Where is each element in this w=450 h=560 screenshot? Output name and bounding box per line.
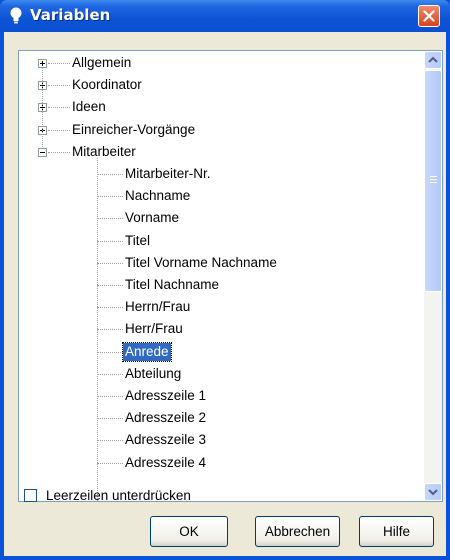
expand-toggle[interactable] <box>38 59 47 68</box>
scroll-down-button[interactable] <box>424 483 442 501</box>
tree-item-label: Titel <box>125 232 151 248</box>
tree-item[interactable]: Ideen <box>19 97 424 117</box>
tree-item-label: Einreicher-Vorgänge <box>72 121 196 137</box>
ok-button[interactable]: OK <box>150 516 228 547</box>
variables-tree[interactable]: Allgemein Koordinator Ideen Einreicher-Vorg… <box>18 50 443 502</box>
tree-connector <box>97 373 123 376</box>
chevron-up-icon <box>428 56 438 63</box>
title-bar[interactable]: Variablen <box>0 0 450 32</box>
tree-item[interactable]: Adresszeile 3 <box>19 430 424 450</box>
suppress-blank-lines-label: Leerzeilen unterdrücken <box>46 488 191 503</box>
tree-item[interactable]: Titel Vorname Nachname <box>19 253 424 273</box>
scroll-thumb[interactable] <box>424 70 442 292</box>
tree-connector <box>48 151 70 154</box>
dialog-window: Variablen Allgemein Koordinator Ideen Einre… <box>0 0 450 560</box>
tree-connector <box>97 440 123 442</box>
tree-item[interactable]: Abteilung <box>19 364 424 384</box>
tree-item-label: Koordinator <box>72 77 142 93</box>
tree-item-label: Nachname <box>125 188 191 204</box>
tree-connector <box>42 68 44 147</box>
tree-item-label: Titel Vorname Nachname <box>125 254 277 270</box>
cancel-button[interactable]: Abbrechen <box>255 516 340 547</box>
chevron-down-icon <box>428 489 438 496</box>
close-button[interactable] <box>418 5 440 27</box>
window-title: Variablen <box>30 6 111 24</box>
tree-item[interactable]: Adresszeile 2 <box>19 408 424 428</box>
tree-item-label: Adresszeile 3 <box>125 432 207 448</box>
tree-item[interactable]: Vorname <box>19 208 424 228</box>
tree-connector <box>97 262 123 265</box>
tree-item[interactable]: Anrede <box>19 341 424 362</box>
tree-connector <box>97 307 123 309</box>
dialog-body: Allgemein Koordinator Ideen Einreicher-Vorg… <box>4 32 446 556</box>
tree-item[interactable]: Nachname <box>19 186 424 206</box>
grip-line <box>430 182 437 183</box>
tree-item-label: Adresszeile 1 <box>125 388 207 403</box>
help-button[interactable]: Hilfe <box>359 516 434 547</box>
tree-item[interactable]: Titel <box>19 231 424 251</box>
tree-connector <box>97 174 123 176</box>
grip-line <box>430 179 437 180</box>
tree-connector <box>97 462 123 465</box>
tree-item[interactable]: Einreicher-Vorgänge <box>19 120 424 140</box>
tree-item-label: Allgemein <box>72 55 132 70</box>
close-icon <box>423 10 435 22</box>
tree-item-label: Vorname <box>125 210 180 226</box>
tree-item[interactable]: Herrn/Frau <box>19 297 424 317</box>
tree-connector <box>48 63 70 65</box>
tree-connector <box>48 85 70 87</box>
scroll-up-button[interactable] <box>424 51 442 69</box>
tree-item-label: Adresszeile 4 <box>125 454 207 470</box>
tree-connector <box>97 418 123 420</box>
tree-item[interactable]: Adresszeile 1 <box>19 386 424 406</box>
tree-content: Allgemein Koordinator Ideen Einreicher-Vorg… <box>19 51 424 501</box>
tree-item-label: Mitarbeiter-Nr. <box>125 166 211 181</box>
lightbulb-icon <box>10 7 22 24</box>
tree-item-label: Herrn/Frau <box>125 299 191 315</box>
tree-connector <box>97 329 123 331</box>
tree-connector <box>48 107 70 109</box>
tree-item-label: Ideen <box>72 99 106 115</box>
collapse-toggle[interactable] <box>38 147 47 157</box>
tree-item-label-selected: Anrede <box>122 341 172 362</box>
tree-item[interactable]: Mitarbeiter <box>19 142 424 162</box>
tree-item[interactable]: Mitarbeiter-Nr. <box>19 164 424 184</box>
tree-connector <box>97 285 123 287</box>
tree-connector <box>97 240 123 243</box>
tree-connector <box>48 129 70 132</box>
tree-item[interactable]: Allgemein <box>19 53 424 73</box>
tree-item[interactable]: Adresszeile 4 <box>19 453 424 473</box>
tree-connector <box>97 351 123 354</box>
tree-item-label: Adresszeile 2 <box>125 410 207 426</box>
suppress-blank-lines-checkbox[interactable] <box>24 489 37 502</box>
vertical-scrollbar[interactable] <box>424 51 442 501</box>
tree-item-label: Titel Nachname <box>125 277 220 292</box>
tree-item-label: Herr/Frau <box>125 321 183 337</box>
tree-item-label: Mitarbeiter <box>72 143 136 159</box>
tree-item[interactable]: Titel Nachname <box>19 275 424 295</box>
grip-line <box>430 176 437 177</box>
tree-connector <box>97 158 99 501</box>
tree-connector <box>97 218 123 220</box>
tree-item[interactable]: Herr/Frau <box>19 319 424 339</box>
tree-item-label: Abteilung <box>125 365 182 381</box>
tree-connector <box>97 196 123 198</box>
tree-item[interactable]: Koordinator <box>19 75 424 95</box>
tree-connector <box>97 396 123 398</box>
